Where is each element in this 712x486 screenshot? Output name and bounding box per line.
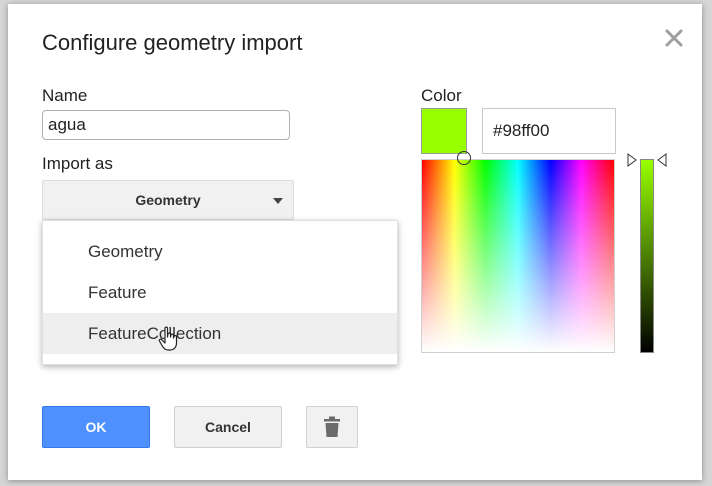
import-as-label: Import as	[42, 154, 113, 173]
spectrum-selector-handle[interactable]	[457, 151, 471, 165]
color-label: Color	[421, 86, 462, 105]
name-label: Name	[42, 86, 88, 105]
configure-geometry-import-dialog: Configure geometry import Name Import as…	[8, 4, 702, 480]
hex-color-input[interactable]	[482, 108, 616, 154]
import-as-selected-value: Geometry	[135, 192, 201, 208]
menu-item-geometry[interactable]: Geometry	[43, 231, 397, 272]
color-swatch	[421, 108, 467, 154]
menu-item-feature[interactable]: Feature	[43, 272, 397, 313]
delete-button[interactable]	[306, 406, 358, 448]
dialog-title: Configure geometry import	[42, 30, 303, 55]
menu-item-featurecollection[interactable]: FeatureCollection	[43, 313, 397, 354]
name-input[interactable]	[42, 110, 290, 140]
import-as-menu: Geometry Feature FeatureCollection	[42, 220, 398, 365]
close-icon[interactable]	[660, 24, 688, 52]
brightness-slider[interactable]	[640, 159, 654, 353]
ok-button[interactable]: OK	[42, 406, 150, 448]
slider-left-marker-icon	[627, 153, 637, 167]
slider-right-marker-icon	[657, 153, 667, 167]
trash-icon	[324, 416, 340, 437]
cancel-button[interactable]: Cancel	[174, 406, 282, 448]
dropdown-arrow-icon	[273, 198, 283, 204]
import-as-select[interactable]: Geometry	[42, 180, 294, 220]
hand-pointer-cursor-icon	[158, 326, 180, 352]
color-spectrum-picker[interactable]	[421, 159, 615, 353]
